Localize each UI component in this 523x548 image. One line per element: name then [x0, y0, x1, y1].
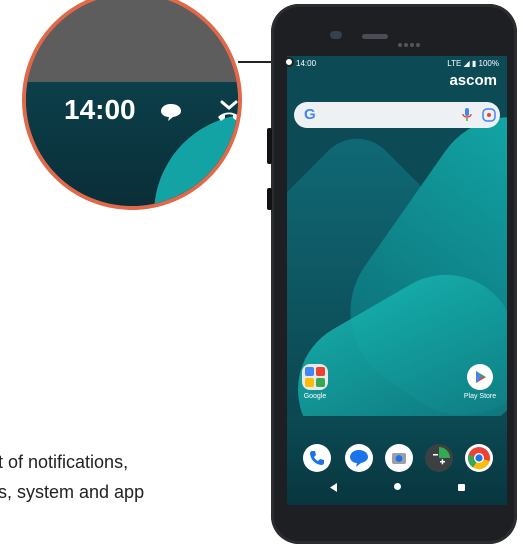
earpiece — [362, 34, 388, 39]
status-time: 14:00 — [296, 59, 317, 68]
camera-icon[interactable] — [385, 444, 413, 472]
home-icon[interactable] — [394, 483, 401, 490]
google-folder-label: Google — [303, 393, 327, 400]
google-logo: G — [304, 106, 316, 123]
caption-line-1: t of notifications, — [0, 452, 129, 472]
play-store-app[interactable]: Play Store — [457, 364, 503, 400]
callout-anchor-dot — [284, 57, 294, 67]
play-store-icon — [467, 364, 493, 390]
play-store-label: Play Store — [463, 393, 497, 400]
navigation-bar — [287, 480, 507, 496]
back-icon[interactable] — [330, 483, 338, 492]
brand-logo: ascom — [449, 72, 497, 89]
message-notification-icon — [161, 104, 181, 121]
messages-icon[interactable] — [345, 444, 373, 472]
zoom-callout: 14:00 — [22, 0, 242, 210]
microphone-icon[interactable] — [462, 108, 472, 122]
calculator-icon[interactable] — [425, 444, 453, 472]
caption-line-2: s, system and app — [0, 482, 145, 502]
google-lens-icon[interactable] — [482, 108, 496, 122]
zoom-status-time: 14:00 — [64, 94, 136, 125]
power-button — [267, 188, 272, 210]
proximity-sensor — [398, 34, 422, 47]
status-bar[interactable]: 14:00 LTE ◢ ▮ 100% — [287, 56, 507, 70]
google-folder-icon — [302, 364, 328, 390]
phone-screen: 14:00 LTE ◢ ▮ 100% ascom G Google Play S… — [287, 56, 507, 505]
status-indicators: LTE ◢ ▮ 100% — [447, 59, 499, 68]
missed-call-icon — [218, 100, 238, 121]
google-search-bar[interactable]: G — [294, 102, 500, 128]
recent-apps-icon[interactable] — [458, 484, 465, 491]
google-folder[interactable]: Google — [295, 364, 335, 400]
chrome-icon[interactable] — [465, 444, 493, 472]
volume-button — [267, 128, 272, 164]
phone-icon[interactable] — [303, 444, 331, 472]
front-camera — [330, 31, 342, 39]
